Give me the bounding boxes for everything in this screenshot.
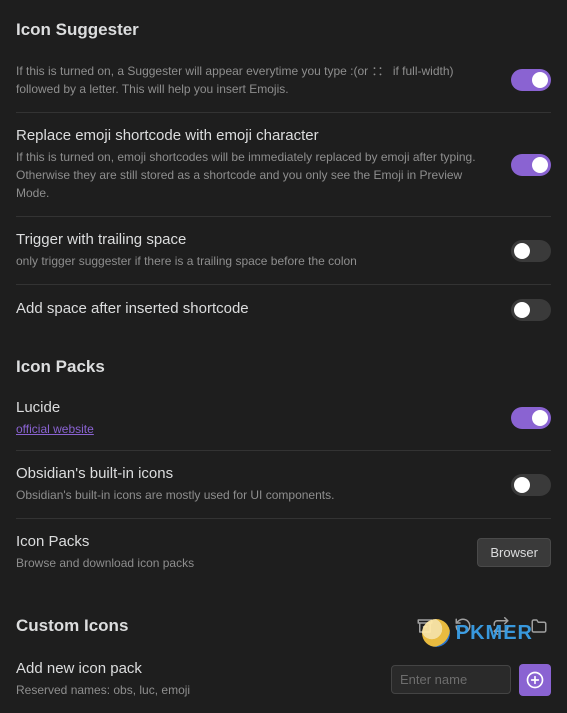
setting-add-icon-pack: Add new icon pack Reserved names: obs, l… bbox=[16, 646, 551, 713]
setting-trailing-space: Trigger with trailing space only trigger… bbox=[16, 216, 551, 284]
toggle-suggester-enable[interactable] bbox=[511, 69, 551, 91]
setting-name: Add new icon pack bbox=[16, 660, 377, 677]
setting-desc: If this is turned on, a Suggester will a… bbox=[16, 62, 511, 98]
refresh-icon[interactable] bbox=[489, 614, 513, 638]
setting-browse-packs: Icon Packs Browse and download icon pack… bbox=[16, 518, 551, 586]
custom-icons-heading: Custom Icons bbox=[16, 616, 128, 636]
icon-suggester-heading: Icon Suggester bbox=[16, 20, 551, 40]
toggle-replace-shortcode[interactable] bbox=[511, 154, 551, 176]
add-icon-pack-button[interactable] bbox=[519, 664, 551, 696]
folder-icon[interactable] bbox=[527, 614, 551, 638]
icon-pack-name-input[interactable] bbox=[391, 665, 511, 694]
setting-name: Trigger with trailing space bbox=[16, 231, 497, 248]
setting-name: Replace emoji shortcode with emoji chara… bbox=[16, 127, 497, 144]
lucide-website-link[interactable]: official website bbox=[16, 422, 94, 436]
setting-suggester-enable: If this is turned on, a Suggester will a… bbox=[16, 48, 551, 112]
toggle-lucide[interactable] bbox=[511, 407, 551, 429]
setting-obsidian-builtin: Obsidian's built-in icons Obsidian's bui… bbox=[16, 450, 551, 518]
setting-name: Obsidian's built-in icons bbox=[16, 465, 497, 482]
setting-lucide: Lucide official website bbox=[16, 385, 551, 450]
setting-desc: only trigger suggester if there is a tra… bbox=[16, 252, 497, 270]
setting-name: Lucide bbox=[16, 399, 497, 416]
setting-desc: If this is turned on, emoji shortcodes w… bbox=[16, 148, 497, 202]
setting-name: Icon Packs bbox=[16, 533, 463, 550]
toggle-trailing-space[interactable] bbox=[511, 240, 551, 262]
setting-name: Add space after inserted shortcode bbox=[16, 300, 497, 317]
archive-icon[interactable] bbox=[413, 614, 437, 638]
toggle-add-space-after[interactable] bbox=[511, 299, 551, 321]
setting-replace-shortcode: Replace emoji shortcode with emoji chara… bbox=[16, 112, 551, 216]
setting-add-space-after: Add space after inserted shortcode bbox=[16, 284, 551, 335]
toggle-obsidian-builtin[interactable] bbox=[511, 474, 551, 496]
browser-button[interactable]: Browser bbox=[477, 538, 551, 567]
undo-icon[interactable] bbox=[451, 614, 475, 638]
setting-desc: Browse and download icon packs bbox=[16, 554, 463, 572]
icon-packs-heading: Icon Packs bbox=[16, 357, 551, 377]
setting-desc: Reserved names: obs, luc, emoji bbox=[16, 681, 377, 699]
setting-desc: Obsidian's built-in icons are mostly use… bbox=[16, 486, 497, 504]
